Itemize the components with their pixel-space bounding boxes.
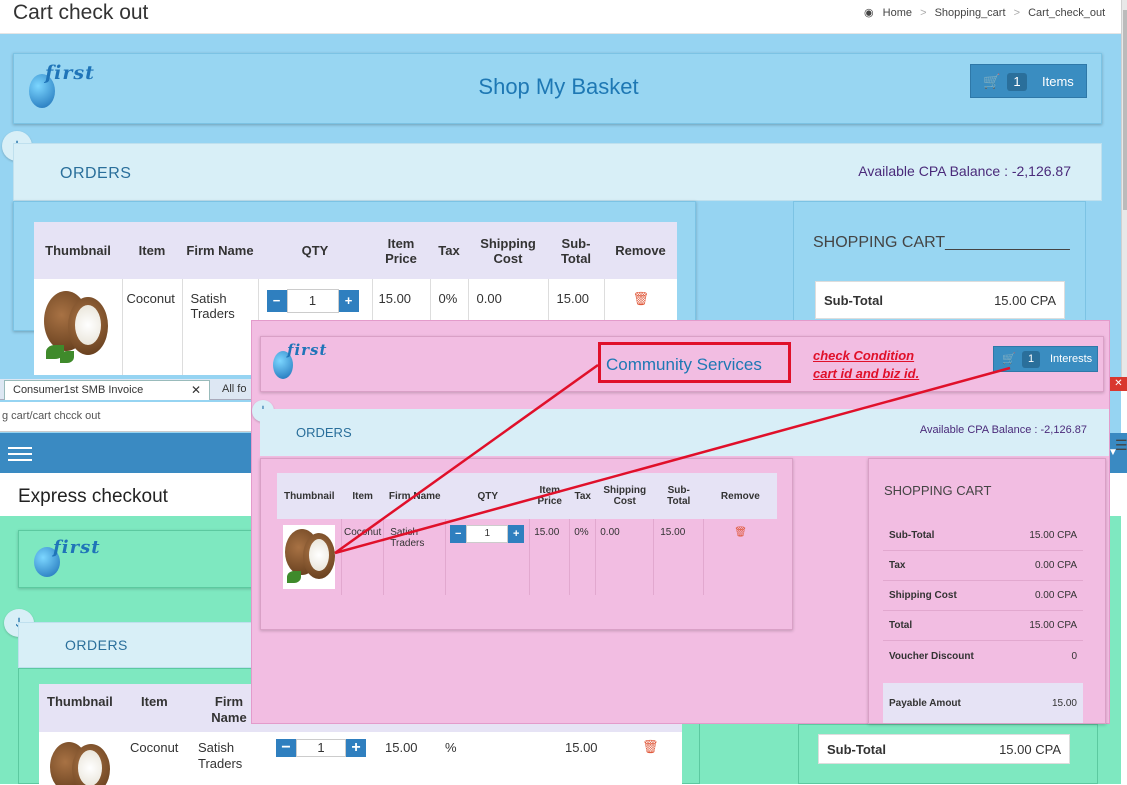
annotation-arrow-to-title [334,363,599,555]
annotation-arrow-to-interests [334,366,1011,555]
annotation-arrows [334,363,1011,555]
